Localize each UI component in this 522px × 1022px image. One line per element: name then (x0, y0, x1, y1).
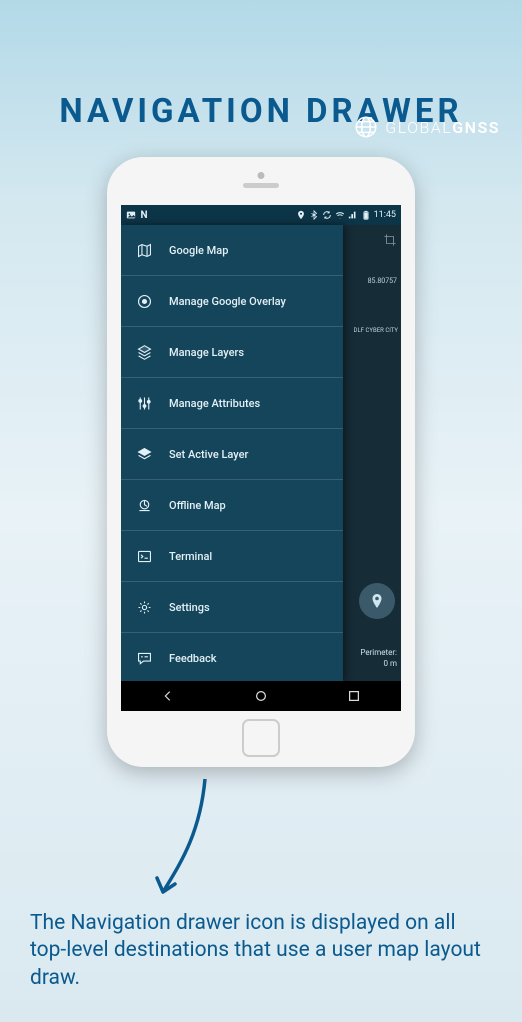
image-icon (126, 210, 136, 220)
status-left: N (126, 210, 149, 220)
overlay-icon (135, 292, 153, 310)
status-right: 11:45 (296, 210, 396, 220)
terminal-icon (135, 547, 153, 565)
map-coords: 85.80757 (368, 277, 397, 285)
perimeter-label: Perimeter: (360, 648, 397, 658)
callout-arrow (145, 774, 225, 904)
phone-mockup: N 11 (107, 157, 415, 767)
feedback-icon (135, 649, 153, 667)
nav-item-feedback[interactable]: Feedback (121, 633, 343, 681)
brand-prefix: GLOBAL (385, 118, 452, 137)
settings-icon (135, 598, 153, 616)
status-time: 11:45 (374, 210, 396, 220)
nav-item-settings[interactable]: Settings (121, 582, 343, 633)
perimeter-value: 0 m (360, 659, 397, 669)
location-fab[interactable] (359, 583, 395, 619)
nav-item-terminal[interactable]: Terminal (121, 531, 343, 582)
nav-item-attributes[interactable]: Manage Attributes (121, 378, 343, 429)
crop-icon[interactable] (383, 233, 397, 247)
navigation-drawer: Google Map Manage Google Overlay Manage … (121, 225, 343, 681)
n-icon: N (139, 210, 149, 220)
nav-item-label: Google Map (169, 244, 228, 257)
nav-item-google-map[interactable]: Google Map (121, 225, 343, 276)
nav-item-layers[interactable]: Manage Layers (121, 327, 343, 378)
app-top-icons (383, 233, 397, 247)
nav-item-label: Offline Map (169, 499, 226, 512)
status-bar: N 11 (121, 205, 401, 225)
phone-screen: N 11 (121, 205, 401, 711)
nav-item-active-layer[interactable]: Set Active Layer (121, 429, 343, 480)
bluetooth-icon (309, 210, 319, 220)
wifi-icon (335, 210, 345, 220)
nav-item-overlay[interactable]: Manage Google Overlay (121, 276, 343, 327)
recent-button[interactable] (347, 689, 361, 703)
nav-item-offline-map[interactable]: Offline Map (121, 480, 343, 531)
sliders-icon (135, 394, 153, 412)
location-icon (296, 210, 306, 220)
active-layer-icon (135, 445, 153, 463)
android-nav-bar (121, 681, 401, 711)
layers-icon (135, 343, 153, 361)
perimeter-readout: Perimeter: 0 m (360, 648, 397, 669)
brand-suffix: GNSS (452, 118, 500, 137)
nav-item-label: Manage Google Overlay (169, 295, 286, 308)
phone-home-button (242, 719, 280, 757)
brand-logo: GLOBALGNSS (353, 114, 500, 140)
description-text: The Navigation drawer icon is displayed … (30, 910, 492, 992)
home-button[interactable] (254, 689, 268, 703)
battery-icon (361, 210, 371, 220)
nav-item-label: Set Active Layer (169, 448, 248, 461)
nav-item-label: Feedback (169, 652, 217, 665)
signal-icon (348, 210, 358, 220)
nav-item-label: Manage Layers (169, 346, 244, 359)
map-place-label: DLF CYBER CITY (354, 327, 399, 334)
nav-item-label: Settings (169, 601, 210, 614)
back-button[interactable] (161, 689, 175, 703)
nav-item-label: Terminal (169, 550, 212, 563)
sync-icon (322, 210, 332, 220)
offline-map-icon (135, 496, 153, 514)
map-icon (135, 241, 153, 259)
nav-item-label: Manage Attributes (169, 397, 260, 410)
